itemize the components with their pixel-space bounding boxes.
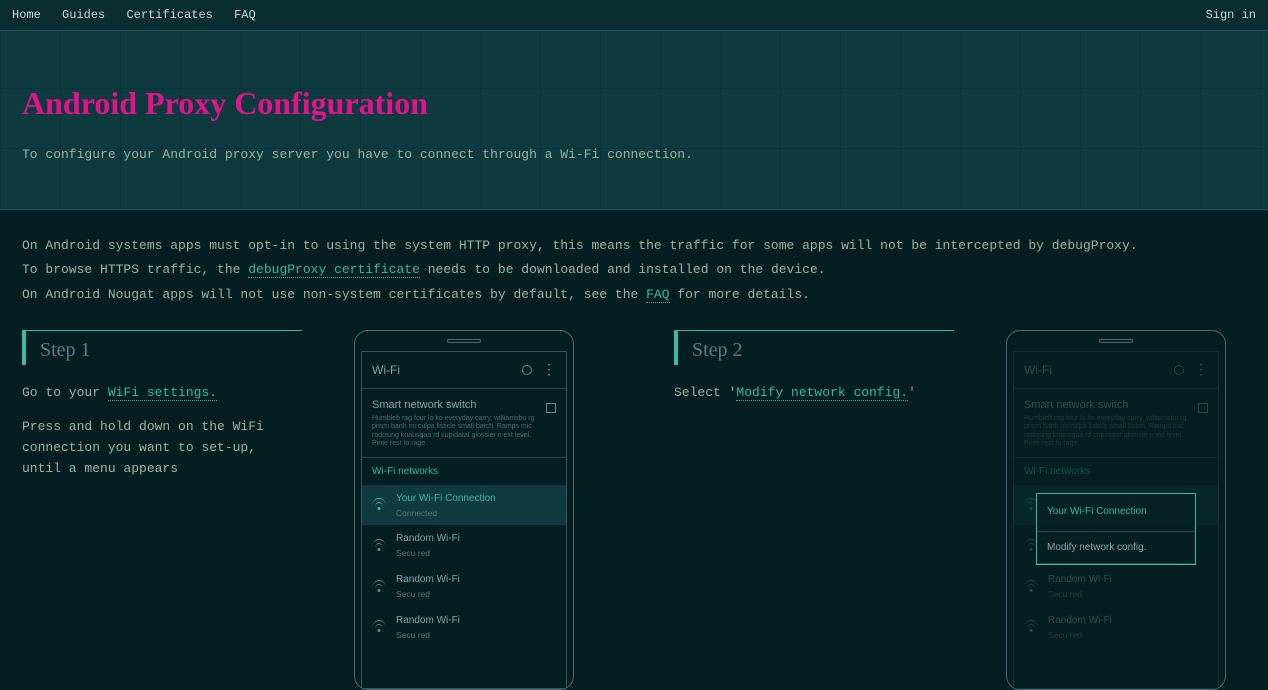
nav-certificates[interactable]: Certificates: [126, 8, 212, 22]
wifi-header-label: Wi-Fi: [372, 361, 400, 379]
nav-guides[interactable]: Guides: [62, 8, 105, 22]
wifi-network-name: Random Wi-Fi: [396, 531, 460, 546]
wifi-network-item: Random Wi-Fi Secu red: [362, 525, 566, 566]
popup-item-modify: Modify network config.: [1037, 532, 1195, 564]
step-2-p1-pre: Select ': [674, 385, 736, 400]
sns-subtitle: Humbleb rag four lo ko everyday carry, w…: [372, 415, 538, 449]
sns-title: Smart network switch: [372, 397, 538, 414]
step-1-p2: Press and hold down on the WiFi connecti…: [22, 417, 302, 479]
menu-dots-icon: ⋮: [542, 367, 556, 373]
wifi-network-name: Random Wi-Fi: [396, 613, 460, 628]
intro-line-3-pre: On Android Nougat apps will not use non-…: [22, 287, 646, 302]
wifi-network-status: Secu red: [396, 629, 460, 642]
nav-faq[interactable]: FAQ: [234, 8, 256, 22]
page-subtitle: To configure your Android proxy server y…: [22, 145, 1246, 165]
page-title: Android Proxy Configuration: [22, 79, 1246, 127]
wifi-network-item: Random Wi-Fi Secu red: [362, 607, 566, 648]
modify-network-text: Modify network config.: [736, 385, 908, 401]
step-1: Step 1 Go to your WiFi settings. Press a…: [22, 330, 574, 690]
intro-line-3-post: for more details.: [670, 287, 810, 302]
popup-title: Your Wi-Fi Connection: [1037, 494, 1195, 532]
step-2-p1-post: ': [908, 385, 916, 400]
smart-network-switch: Smart network switch Humbleb rag four lo…: [362, 389, 566, 458]
wifi-network-status: Secu red: [396, 588, 460, 601]
debugproxy-certificate-link[interactable]: debugProxy certificate: [248, 262, 420, 278]
wifi-network-name: Your Wi-Fi Connection: [396, 491, 496, 506]
step-2: Step 2 Select 'Modify network config.' W…: [674, 330, 1226, 690]
intro-line-1: On Android systems apps must opt-in to u…: [22, 234, 1246, 259]
wifi-settings-text: WiFi settings.: [108, 385, 217, 401]
wifi-screen-header: Wi-Fi ⋮: [362, 352, 566, 389]
intro-line-2-post: needs to be downloaded and installed on …: [420, 262, 826, 277]
nav-signin[interactable]: Sign in: [1206, 8, 1256, 22]
step-2-heading: Step 2: [674, 330, 954, 365]
nav-home[interactable]: Home: [12, 8, 41, 22]
sns-checkbox: [546, 403, 556, 413]
step-1-heading: Step 1: [22, 330, 302, 365]
phone-speaker: [447, 339, 481, 343]
faq-link[interactable]: FAQ: [646, 287, 669, 303]
intro-line-3: On Android Nougat apps will not use non-…: [22, 283, 1246, 308]
wifi-networks-label: Wi-Fi networks: [362, 458, 566, 485]
step-1-p1-pre: Go to your: [22, 385, 108, 400]
phone-mockup-step-2: Wi-Fi ⋮ Smart network switch Humbleb rag…: [1006, 330, 1226, 690]
intro-line-2-pre: To browse HTTPS traffic, the: [22, 262, 248, 277]
wifi-icon: [372, 539, 386, 553]
phone-mockup-step-1: Wi-Fi ⋮ Smart network switch Humbleb rag…: [354, 330, 574, 690]
wifi-icon: [372, 620, 386, 634]
wifi-icon: [372, 580, 386, 594]
wifi-network-item: Random Wi-Fi Secu red: [362, 566, 566, 607]
refresh-icon: [522, 365, 532, 375]
wifi-icon: [372, 498, 386, 512]
hero-banner: Android Proxy Configuration To configure…: [0, 30, 1268, 210]
wifi-network-selected: Your Wi-Fi Connection Connected: [362, 485, 566, 526]
wifi-network-name: Random Wi-Fi: [396, 572, 460, 587]
step-2-p1: Select 'Modify network config.': [674, 383, 954, 404]
top-nav: Home Guides Certificates FAQ Sign in: [0, 0, 1268, 30]
intro-line-2: To browse HTTPS traffic, the debugProxy …: [22, 258, 1246, 283]
context-menu-popup: Your Wi-Fi Connection Modify network con…: [1036, 493, 1196, 565]
intro-text: On Android systems apps must opt-in to u…: [0, 210, 1268, 318]
wifi-network-status: Secu red: [396, 547, 460, 560]
step-1-p1: Go to your WiFi settings.: [22, 383, 302, 404]
wifi-network-status: Connected: [396, 507, 496, 520]
